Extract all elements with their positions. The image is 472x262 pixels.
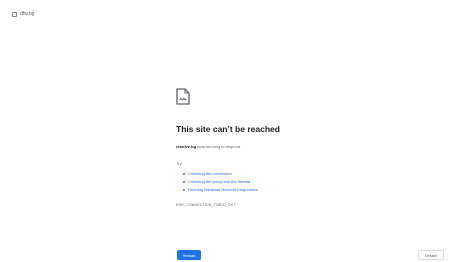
details-button[interactable]: Details — [418, 250, 444, 260]
try-label: Try: — [176, 161, 183, 166]
suggestion-link[interactable]: Running Windows Network Diagnostics — [188, 187, 258, 192]
error-message-text: took too long to respond. — [196, 144, 242, 149]
error-host: resolve.bg — [176, 144, 197, 149]
suggestion-text: Checking the connection — [188, 171, 232, 176]
error-title: This site can’t be reached — [176, 124, 280, 134]
browser-page: dfw.bg This site can’t be reached resolv… — [0, 0, 472, 262]
suggestion-item: Checking the proxy and the firewall — [183, 178, 386, 186]
broken-document-icon — [176, 88, 190, 105]
browser-tab[interactable]: dfw.bg — [12, 9, 34, 19]
tab-title: dfw.bg — [20, 11, 35, 17]
tab-bar: dfw.bg — [0, 0, 472, 28]
suggestion-item: Checking the connection — [183, 170, 386, 178]
suggestion-text: Checking the proxy and the firewall — [188, 179, 251, 184]
suggestion-item[interactable]: Running Windows Network Diagnostics — [183, 186, 386, 194]
error-panel: This site can’t be reached resolve.bg to… — [176, 88, 386, 207]
suggestion-list: Checking the connection Checking the pro… — [176, 170, 386, 194]
page-icon — [12, 11, 17, 17]
reload-button[interactable]: Reload — [177, 250, 201, 260]
error-message: resolve.bg took too long to respond. — [176, 144, 386, 149]
error-code: ERR_CONNECTION_TIMED_OUT — [176, 203, 236, 207]
